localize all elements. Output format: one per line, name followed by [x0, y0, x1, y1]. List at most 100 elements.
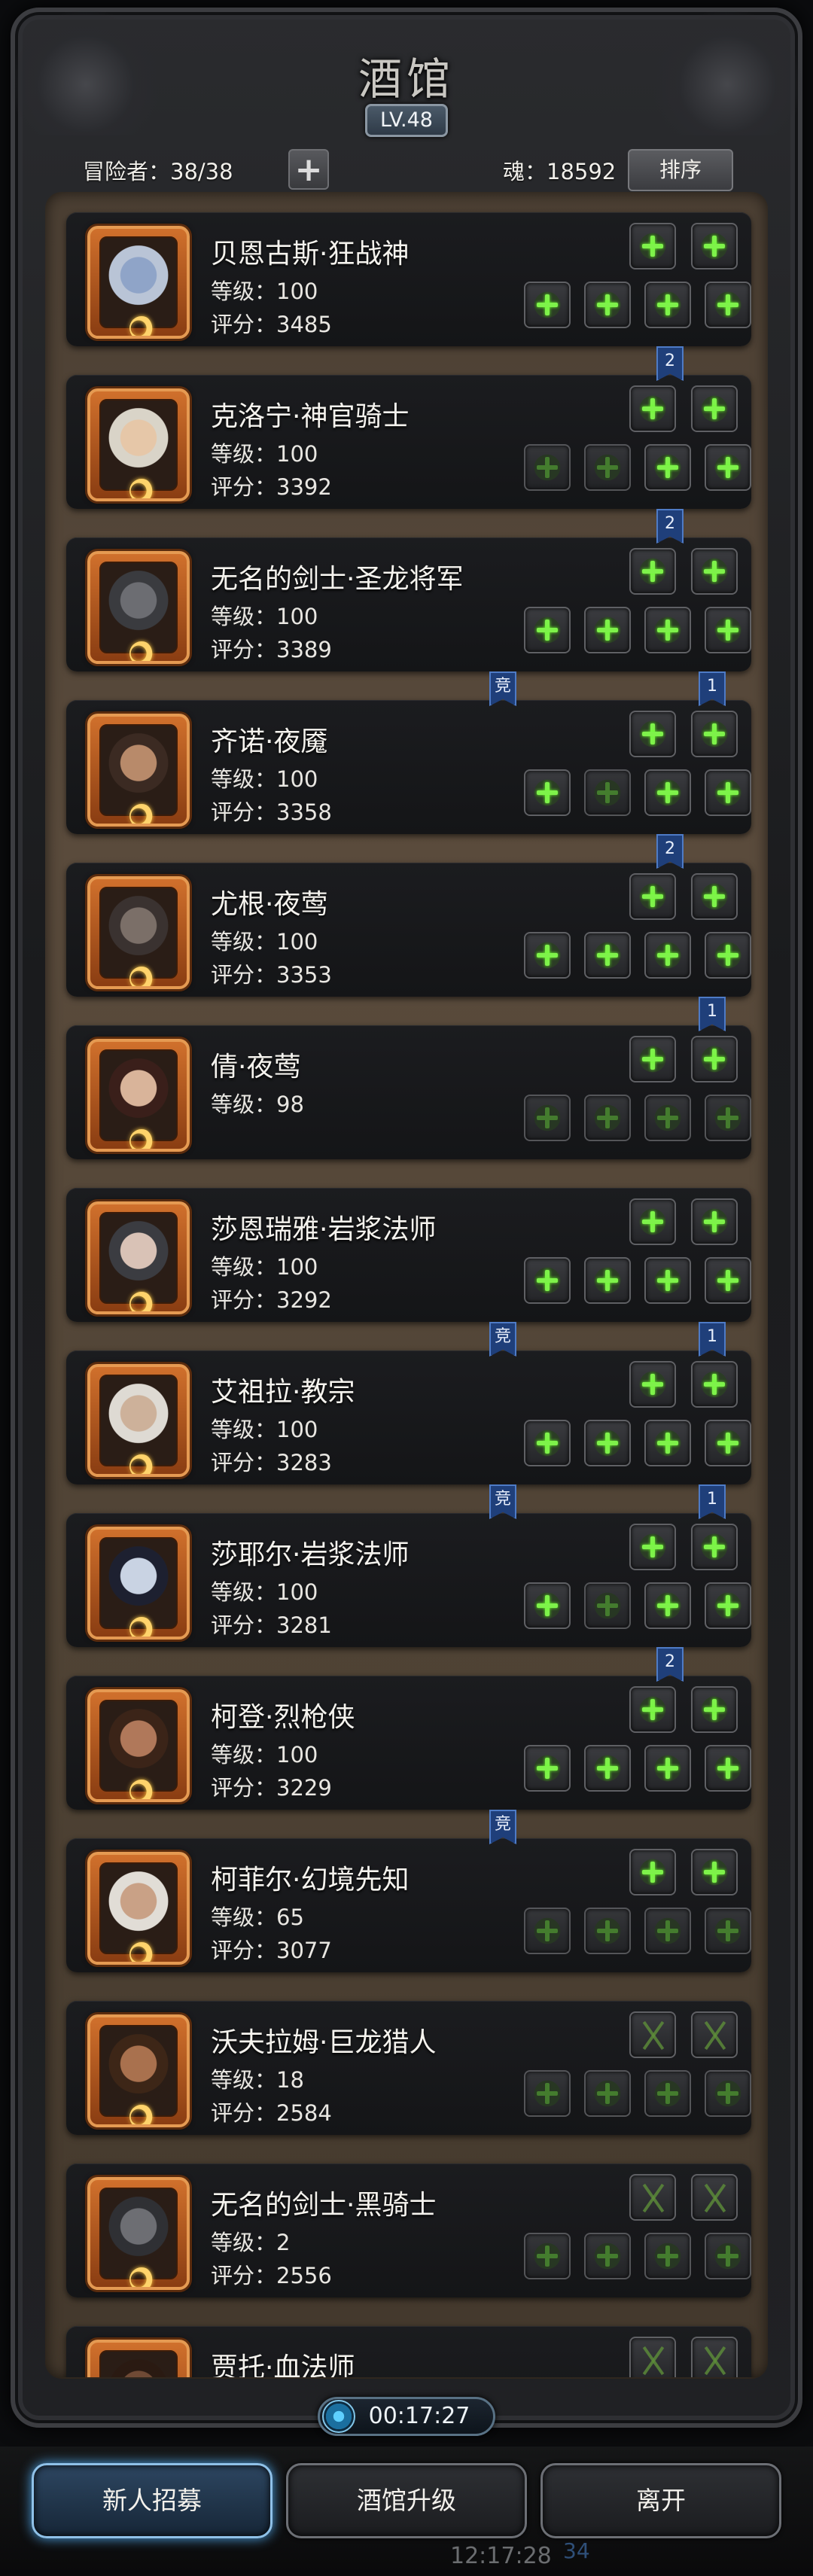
equipment-slot[interactable]: [705, 1257, 751, 1304]
equipment-slot[interactable]: [584, 282, 631, 328]
equipment-slot[interactable]: [705, 1908, 751, 1954]
skill-slot[interactable]: [629, 1036, 676, 1082]
equipment-slot[interactable]: [524, 1745, 571, 1792]
equipment-slot[interactable]: [584, 1257, 631, 1304]
skill-slot[interactable]: [629, 873, 676, 920]
skill-slot[interactable]: [691, 2174, 738, 2221]
equipment-slot[interactable]: [705, 282, 751, 328]
equipment-slot[interactable]: [705, 1095, 751, 1141]
hero-card[interactable]: 无名的剑士·黑骑士 等级：2 评分：2556: [66, 2163, 751, 2297]
equipment-slot[interactable]: [705, 607, 751, 653]
skill-slot[interactable]: [629, 548, 676, 595]
skill-slot[interactable]: [691, 1849, 738, 1895]
hero-portrait[interactable]: [87, 1689, 190, 1802]
equipment-slot[interactable]: [584, 1420, 631, 1466]
skill-slot[interactable]: [691, 1361, 738, 1408]
hero-portrait[interactable]: [87, 226, 190, 339]
hero-portrait[interactable]: [87, 876, 190, 989]
equipment-slot[interactable]: [644, 2233, 691, 2279]
equipment-slot[interactable]: [584, 932, 631, 979]
equipment-slot[interactable]: [705, 2233, 751, 2279]
skill-slot[interactable]: [629, 2174, 676, 2221]
skill-slot[interactable]: [629, 1686, 676, 1733]
equipment-slot[interactable]: [644, 1420, 691, 1466]
hero-portrait[interactable]: [87, 2014, 190, 2127]
hero-card[interactable]: 倩·夜莺 等级：98: [66, 1025, 751, 1159]
hero-portrait[interactable]: [87, 1039, 190, 1152]
hero-card[interactable]: 莎恩瑞雅·岩浆法师 等级：100 评分：3292: [66, 1188, 751, 1322]
hero-portrait[interactable]: [87, 1527, 190, 1640]
hero-portrait[interactable]: [87, 1852, 190, 1965]
equipment-slot[interactable]: [524, 1908, 571, 1954]
hero-portrait[interactable]: [87, 2177, 190, 2290]
skill-slot[interactable]: [691, 2337, 738, 2377]
equipment-slot[interactable]: [705, 932, 751, 979]
hero-card[interactable]: 莎耶尔·岩浆法师 等级：100 评分：3281: [66, 1513, 751, 1647]
hero-portrait[interactable]: [87, 388, 190, 501]
equipment-slot[interactable]: [584, 769, 631, 816]
hero-portrait[interactable]: [87, 714, 190, 827]
equipment-slot[interactable]: [524, 932, 571, 979]
equipment-slot[interactable]: [584, 607, 631, 653]
skill-slot[interactable]: [691, 1198, 738, 1245]
equipment-slot[interactable]: [644, 282, 691, 328]
skill-slot[interactable]: [691, 223, 738, 269]
hero-portrait[interactable]: [87, 1201, 190, 1314]
hero-portrait[interactable]: [87, 2340, 190, 2377]
hero-card[interactable]: 艾祖拉·教宗 等级：100 评分：3283: [66, 1350, 751, 1484]
hero-card[interactable]: 尤根·夜莺 等级：100 评分：3353: [66, 863, 751, 997]
equipment-slot[interactable]: [524, 2070, 571, 2117]
skill-slot[interactable]: [691, 385, 738, 432]
equipment-slot[interactable]: [524, 282, 571, 328]
equipment-slot[interactable]: [584, 444, 631, 491]
equipment-slot[interactable]: [705, 1745, 751, 1792]
skill-slot[interactable]: [629, 711, 676, 757]
skill-slot[interactable]: [629, 1524, 676, 1570]
equipment-slot[interactable]: [524, 444, 571, 491]
upgrade-tavern-button[interactable]: 酒馆升级: [286, 2463, 527, 2538]
hero-card[interactable]: 齐诺·夜魇 等级：100 评分：3358: [66, 700, 751, 834]
equipment-slot[interactable]: [584, 1908, 631, 1954]
skill-slot[interactable]: [629, 2337, 676, 2377]
recruit-button[interactable]: 新人招募: [32, 2463, 273, 2538]
leave-button[interactable]: 离开: [540, 2463, 781, 2538]
skill-slot[interactable]: [629, 1198, 676, 1245]
equipment-slot[interactable]: [584, 2233, 631, 2279]
equipment-slot[interactable]: [584, 1095, 631, 1141]
equipment-slot[interactable]: [524, 1582, 571, 1629]
equipment-slot[interactable]: [524, 607, 571, 653]
hero-card[interactable]: 柯登·烈枪侠 等级：100 评分：3229: [66, 1676, 751, 1810]
equipment-slot[interactable]: [584, 2070, 631, 2117]
equipment-slot[interactable]: [644, 2070, 691, 2117]
add-capacity-button[interactable]: +: [288, 149, 329, 190]
equipment-slot[interactable]: [644, 932, 691, 979]
skill-slot[interactable]: [629, 2011, 676, 2058]
skill-slot[interactable]: [691, 1524, 738, 1570]
equipment-slot[interactable]: [644, 769, 691, 816]
hero-card[interactable]: 无名的剑士·圣龙将军 等级：100 评分：3389: [66, 537, 751, 671]
equipment-slot[interactable]: [644, 1745, 691, 1792]
equipment-slot[interactable]: [524, 1257, 571, 1304]
equipment-slot[interactable]: [644, 1582, 691, 1629]
equipment-slot[interactable]: [524, 1095, 571, 1141]
equipment-slot[interactable]: [705, 1420, 751, 1466]
equipment-slot[interactable]: [644, 1257, 691, 1304]
hero-portrait[interactable]: [87, 551, 190, 664]
skill-slot[interactable]: [691, 1686, 738, 1733]
skill-slot[interactable]: [629, 223, 676, 269]
equipment-slot[interactable]: [705, 2070, 751, 2117]
equipment-slot[interactable]: [644, 1908, 691, 1954]
hero-card[interactable]: 贾托·血法师等级：1: [66, 2326, 751, 2377]
hero-card[interactable]: 克洛宁·神官骑士 等级：100 评分：3392: [66, 375, 751, 509]
hero-card[interactable]: 柯菲尔·幻境先知 等级：65 评分：3077: [66, 1838, 751, 1972]
equipment-slot[interactable]: [524, 1420, 571, 1466]
equipment-slot[interactable]: [584, 1745, 631, 1792]
skill-slot[interactable]: [629, 1361, 676, 1408]
sort-button[interactable]: 排序: [628, 149, 733, 191]
skill-slot[interactable]: [691, 548, 738, 595]
equipment-slot[interactable]: [644, 444, 691, 491]
skill-slot[interactable]: [691, 873, 738, 920]
equipment-slot[interactable]: [524, 769, 571, 816]
hero-card[interactable]: 贝恩古斯·狂战神 等级：100 评分：3485: [66, 212, 751, 346]
skill-slot[interactable]: [629, 1849, 676, 1895]
